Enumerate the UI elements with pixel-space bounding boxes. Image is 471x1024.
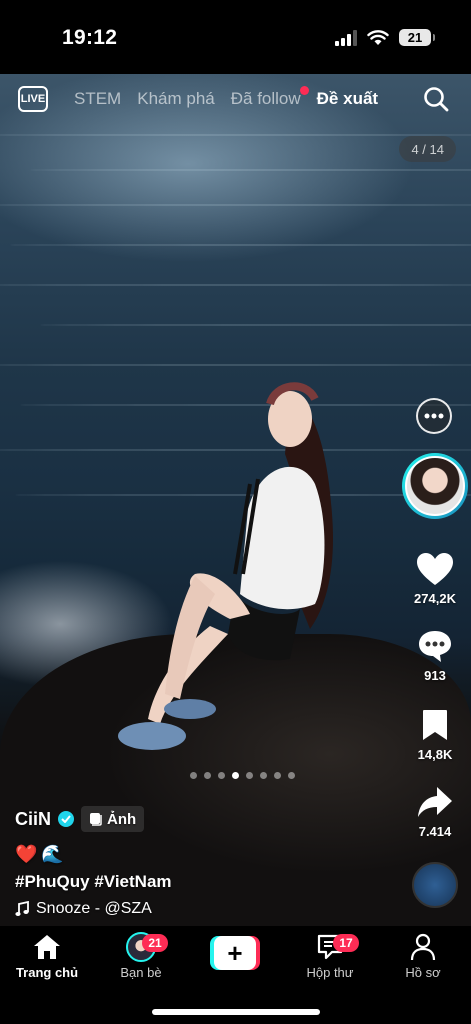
search-icon[interactable]: [423, 86, 449, 112]
tab-profile[interactable]: Hồ sơ: [378, 932, 468, 980]
photo-page-counter: 4 / 14: [399, 136, 456, 162]
share-count: 7.414: [418, 824, 452, 839]
tab-inbox-label: Hộp thư: [306, 965, 354, 980]
pager-dot-active: [232, 772, 239, 779]
status-bar: 19:12 21: [0, 0, 471, 74]
heart-icon: [417, 553, 453, 585]
avatar: [405, 456, 465, 516]
like-button[interactable]: 274,2K: [408, 552, 462, 606]
comment-icon: [419, 631, 451, 662]
more-dots-icon: [424, 413, 444, 419]
post-photo[interactable]: [0, 74, 471, 926]
tab-friends[interactable]: Bạn bè 21: [96, 932, 186, 980]
post-caption: CiiN Ảnh ❤️ 🌊 #PhuQuy #VietNam Snooze - …: [15, 806, 172, 918]
save-count: 14,8K: [417, 747, 453, 762]
create-button[interactable]: +: [210, 936, 260, 970]
pager-dot: [204, 772, 211, 779]
pager-dot: [288, 772, 295, 779]
author-row: CiiN Ảnh: [15, 806, 172, 832]
music-info[interactable]: Snooze - @SZA: [15, 900, 172, 918]
home-indicator: [152, 1009, 320, 1015]
tab-stem[interactable]: STEM: [74, 89, 121, 109]
status-icons: 21: [335, 29, 435, 46]
home-icon: [34, 935, 60, 959]
battery-indicator: 21: [399, 29, 435, 46]
tab-friends-label: Bạn bè: [120, 965, 162, 980]
music-note-icon: [15, 901, 29, 916]
pager-dot: [218, 772, 225, 779]
comment-count: 913: [424, 668, 446, 683]
photo-mode-badge: Ảnh: [81, 806, 145, 832]
tab-for-you[interactable]: Đề xuất: [317, 89, 378, 109]
hashtags[interactable]: #PhuQuy #VietNam: [15, 872, 172, 892]
music-disc[interactable]: [412, 862, 458, 908]
heart-emoji: ❤️: [15, 843, 38, 864]
share-button[interactable]: 7.414: [408, 785, 462, 839]
tab-inbox[interactable]: Hộp thư 17: [285, 932, 375, 980]
live-button[interactable]: LIVE: [18, 86, 48, 112]
photo-badge-label: Ảnh: [107, 810, 137, 828]
friends-badge: 21: [142, 934, 168, 952]
pager-dot: [246, 772, 253, 779]
status-time: 19:12: [62, 26, 118, 49]
more-options-button[interactable]: [416, 398, 452, 434]
verified-badge-icon: [58, 811, 74, 827]
wave-emoji: 🌊: [41, 843, 64, 864]
photo-stack-icon: [90, 813, 102, 826]
tab-explore[interactable]: Khám phá: [137, 89, 215, 109]
creator-avatar[interactable]: [402, 453, 468, 519]
profile-icon: [410, 933, 436, 961]
save-button[interactable]: 14,8K: [408, 708, 462, 762]
bookmark-icon: [423, 710, 447, 740]
tab-home-label: Trang chủ: [15, 965, 79, 980]
author-name[interactable]: CiiN: [15, 809, 51, 830]
top-nav: LIVE STEM Khám phá Đã follow Đề xuất: [0, 84, 471, 116]
like-count: 274,2K: [414, 591, 456, 606]
music-title: Snooze - @SZA: [36, 900, 152, 917]
pager-dot: [274, 772, 281, 779]
comment-button[interactable]: 913: [408, 629, 462, 683]
share-arrow-icon: [418, 787, 452, 817]
inbox-badge: 17: [333, 934, 359, 952]
tab-profile-label: Hồ sơ: [405, 965, 441, 980]
person-figure: [118, 382, 334, 750]
wifi-icon: [367, 29, 389, 45]
tab-home[interactable]: Trang chủ: [2, 932, 92, 980]
photo-pager: [190, 772, 295, 779]
feed-tabs: STEM Khám phá Đã follow Đề xuất: [74, 86, 378, 109]
caption-emojis: ❤️ 🌊: [15, 842, 172, 866]
pager-dot: [260, 772, 267, 779]
cellular-signal-icon: [335, 29, 357, 46]
tab-following[interactable]: Đã follow: [231, 86, 309, 109]
pager-dot: [190, 772, 197, 779]
plus-icon: +: [214, 936, 256, 970]
